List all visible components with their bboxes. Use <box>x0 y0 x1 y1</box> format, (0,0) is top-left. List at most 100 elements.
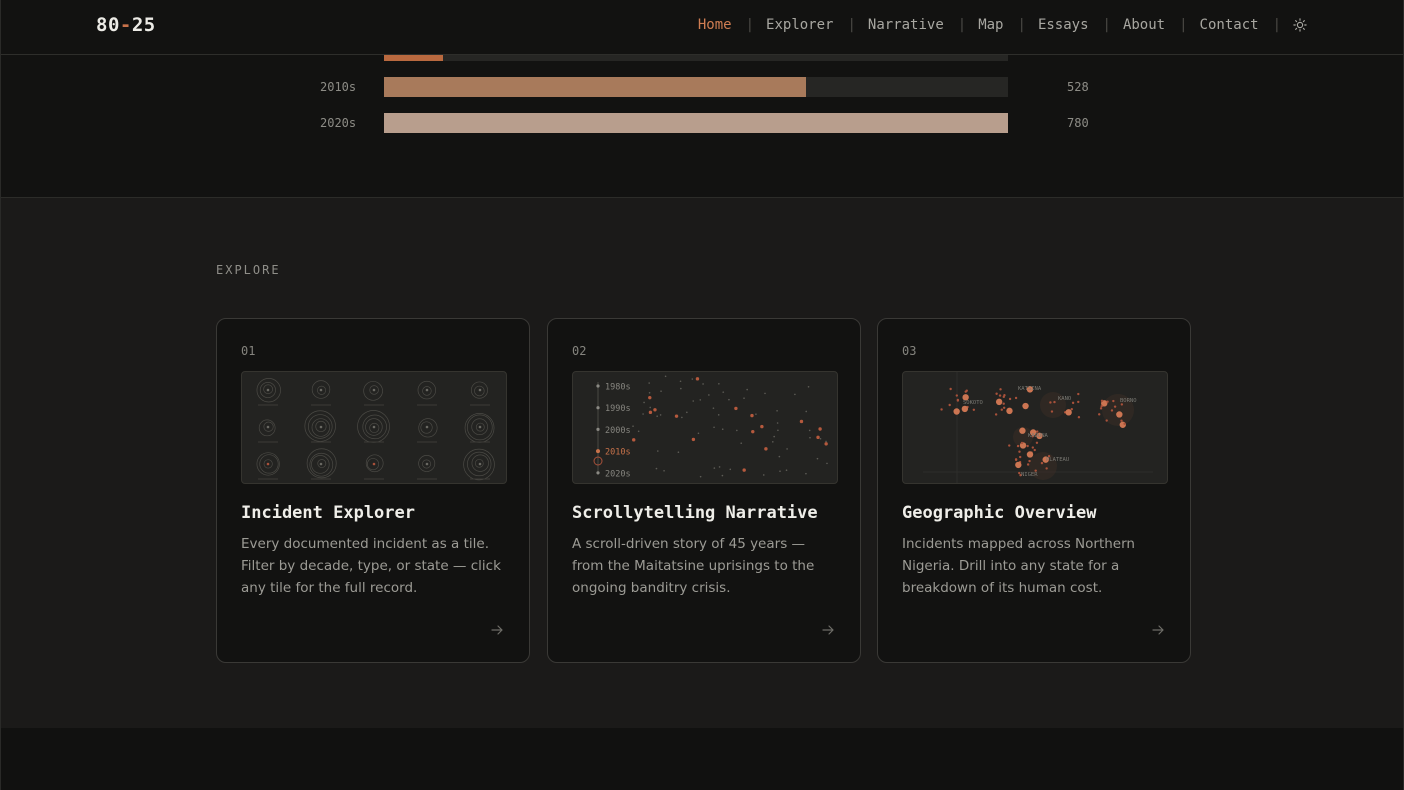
logo-text-right: 25 <box>131 14 156 36</box>
incident-tile <box>417 418 438 443</box>
incident-tile <box>470 381 490 406</box>
map-incident-dot <box>1008 444 1011 447</box>
arrow-right-icon <box>1152 625 1164 635</box>
incident-tile <box>464 413 495 443</box>
timeline-dot <box>691 437 696 442</box>
bar-fill <box>384 77 807 97</box>
timeline-dot <box>691 378 694 380</box>
nav-separator: | <box>745 17 755 33</box>
timeline-dot <box>824 442 828 446</box>
timeline-dot <box>660 390 662 392</box>
timeline-dot <box>721 428 724 431</box>
timeline-dot <box>777 429 779 432</box>
timeline-dot <box>809 436 811 439</box>
card-geographic-overview[interactable]: 03 SOKOTO KATSINA KANO BORNO KADUNA PLATEAU NI… <box>877 318 1191 663</box>
map-incident-dot <box>1019 427 1026 434</box>
site-logo[interactable]: 80-25 <box>96 14 156 36</box>
nav-separator: | <box>1179 17 1188 33</box>
map-incident-dot <box>1014 458 1018 462</box>
incident-tile <box>357 410 390 443</box>
timeline-dot <box>816 457 819 460</box>
map-incident-dot <box>1022 402 1029 410</box>
map-incident-dot <box>1077 392 1080 396</box>
timeline-tick <box>596 471 600 475</box>
incident-tile <box>256 378 281 406</box>
map-incident-dot <box>994 413 998 416</box>
map-incident-dot <box>1112 399 1115 403</box>
timeline-tick <box>596 406 600 410</box>
nav-separator: | <box>957 17 967 33</box>
timeline-dot <box>776 409 778 412</box>
timeline-dot <box>736 429 738 432</box>
map-incident-dot <box>1077 416 1081 419</box>
map-incident-dot <box>961 405 969 413</box>
bar-track <box>384 113 1008 133</box>
timeline-dot <box>762 474 765 476</box>
timeline-dot <box>657 450 659 452</box>
timeline-tick <box>596 427 600 431</box>
incident-tile <box>364 454 384 480</box>
bar-label: 2010s <box>320 80 357 94</box>
sun-icon[interactable] <box>1293 18 1307 32</box>
explore-section: EXPLORE 01 Incident Explorer Every docum… <box>1 198 1403 728</box>
timeline-dot <box>649 406 652 409</box>
nav-narrative[interactable]: Narrative <box>868 17 944 33</box>
map-state-label: NIGER <box>1021 472 1038 478</box>
map-incident-dot <box>1110 409 1114 412</box>
card-scrollytelling-narrative[interactable]: 02 1980s 1990s 2000s 2010s 2020s Scrollytell… <box>547 318 861 663</box>
timeline-dot <box>702 383 704 385</box>
nav-explorer[interactable]: Explorer <box>766 17 833 33</box>
nav-map[interactable]: Map <box>978 17 1003 33</box>
timeline-dot <box>718 382 720 385</box>
timeline-dot <box>808 429 811 432</box>
timeline-label: 2020s <box>605 469 631 479</box>
timeline-dot <box>664 375 667 378</box>
nav-contact[interactable]: Contact <box>1200 17 1259 33</box>
timeline-dot <box>750 413 754 418</box>
map-incident-dot <box>1031 446 1035 449</box>
incident-tile <box>258 419 278 443</box>
nav-about[interactable]: About <box>1123 17 1165 33</box>
incident-tile <box>363 381 384 406</box>
map-incident-dot <box>1020 441 1024 445</box>
timeline-dot <box>699 475 702 478</box>
map-incident-dot <box>1019 455 1022 459</box>
timeline-dot <box>655 467 658 470</box>
timeline-label: 2010s <box>605 448 631 458</box>
map-incident-dot <box>1015 461 1022 469</box>
card-description: Incidents mapped across Northern Nigeria… <box>902 536 1135 596</box>
map-incident-dot <box>1040 461 1044 465</box>
incident-tile <box>463 448 495 481</box>
map-incident-dot <box>1077 400 1080 404</box>
timeline-dot <box>718 466 721 468</box>
map-incident-dot <box>1049 401 1052 404</box>
logo-text-left: 80 <box>96 14 120 36</box>
timeline-tick <box>596 449 600 454</box>
map-incident-dot <box>1100 399 1104 403</box>
map-incident-dot <box>1026 463 1030 466</box>
map-incident-dot <box>1033 448 1036 452</box>
timeline-dot <box>713 467 716 469</box>
bar-track <box>384 77 1008 97</box>
timeline-dot <box>642 413 644 415</box>
map-incident-dot <box>949 387 952 391</box>
nav-essays[interactable]: Essays <box>1038 17 1089 33</box>
timeline-dot <box>799 419 804 424</box>
timeline-dot <box>760 424 764 429</box>
nav-home[interactable]: Home <box>698 17 732 33</box>
timeline-dot <box>818 427 822 431</box>
timeline-dot <box>713 426 715 429</box>
card-incident-explorer[interactable]: 01 Incident Explorer Every documented in… <box>216 318 530 663</box>
map-state-label: KADUNA <box>1028 433 1049 439</box>
logo-dash: - <box>119 14 132 36</box>
timeline-tick <box>596 384 600 388</box>
timeline-dot <box>637 430 640 433</box>
map-incident-dot <box>948 403 951 407</box>
card-title: Geographic Overview <box>902 503 1097 523</box>
map-incident-dot <box>1053 400 1056 404</box>
map-incident-dot <box>1014 396 1018 400</box>
map-incident-dot <box>1116 411 1123 418</box>
timeline-dot <box>773 435 775 438</box>
timeline-dot <box>819 437 822 440</box>
timeline-dot <box>659 414 662 416</box>
